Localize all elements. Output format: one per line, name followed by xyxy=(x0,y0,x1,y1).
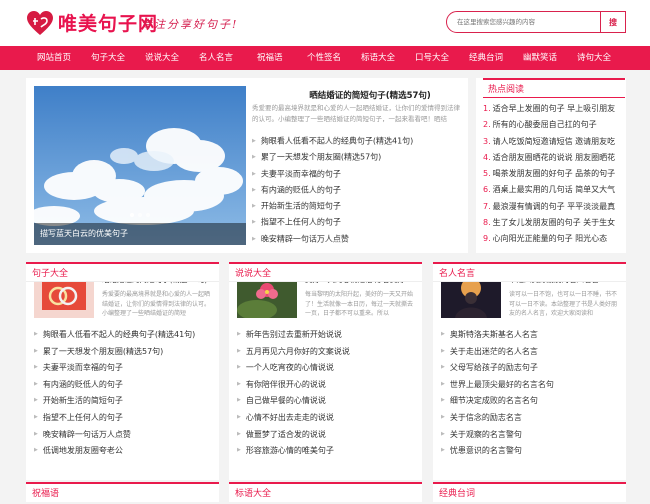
hot-item[interactable]: 4. 适合朋友圈晒花的说说 朋友圈晒花 xyxy=(483,150,627,166)
section-desc: 读可以一日不饱，也可以一日不睡，书不可以一日不读。本站整理了书是人类好朋友的名人… xyxy=(509,291,618,317)
list-item[interactable]: 晚安精辟一句话万人点赞 xyxy=(34,426,214,443)
search-button[interactable]: 搜 xyxy=(600,11,626,33)
nav-item-slogans[interactable]: 标语大全 xyxy=(361,46,395,70)
hot-list: 1. 适合早上发圈的句子 早上吸引朋友 2. 所有的心酸委屈自己扛的句子 3. 请人吃… xyxy=(483,101,627,248)
search-box: 搜 xyxy=(446,11,626,33)
list-item[interactable]: 开始新生活的简短句子 xyxy=(252,198,413,214)
section-title[interactable]: 句子大全 xyxy=(26,262,219,282)
nav-item-quotes[interactable]: 名人名言 xyxy=(199,46,233,70)
section-title-blessings[interactable]: 祝福语 xyxy=(26,482,219,502)
list-item[interactable]: 有内涵的贬低人的句子 xyxy=(34,376,214,393)
section-list: 奥斯特洛夫斯基名人名言 关于走出迷茫的名人名言 父母写给孩子的励志句子 世界上最… xyxy=(441,326,621,459)
hot-item[interactable]: 2. 所有的心酸委屈自己扛的句子 xyxy=(483,117,627,133)
list-item[interactable]: 形容旅游心情的唯美句子 xyxy=(237,442,417,459)
hot-item[interactable]: 3. 请人吃饭简短邀请短信 邀请朋友吃 xyxy=(483,134,627,150)
list-item[interactable]: 累了一天想发个朋友圈(精选57句) xyxy=(34,343,214,360)
list-item[interactable]: 指望不上任何人的句子 xyxy=(34,409,214,426)
section-list: 新年告别过去重新开始说说 五月再见六月你好的文案说说 一个人吃宵夜的心情说说 有… xyxy=(237,326,417,459)
featured-list: 夠眼看人低看不起人的经典句子(精选41句) 累了一天想发个朋友圈(精选57句) … xyxy=(252,133,413,247)
hot-title: 热点阅读 xyxy=(483,78,625,98)
section-desc: 秀爱要的最高境界就是和心爱的人一起晒结婚证，让你们的爱情得到法律的认可。小编整理… xyxy=(102,291,211,317)
nav-item-talk[interactable]: 说说大全 xyxy=(145,46,179,70)
list-item[interactable]: 夠眼看人低看不起人的经典句子(精选41句) xyxy=(252,133,413,149)
site-logo[interactable]: 唯美句子网 xyxy=(26,9,158,36)
section-title-slogans[interactable]: 标语大全 xyxy=(229,482,422,502)
nav-item-lines[interactable]: 经典台词 xyxy=(469,46,503,70)
list-item[interactable]: 父母写给孩子的励志句子 xyxy=(441,359,621,376)
section-list: 夠眼看人低看不起人的经典句子(精选41句) 累了一天想发个朋友圈(精选57句) … xyxy=(34,326,214,459)
hot-item[interactable]: 1. 适合早上发圈的句子 早上吸引朋友 xyxy=(483,101,627,117)
section-title[interactable]: 名人名言 xyxy=(433,262,626,282)
list-item[interactable]: 忧患意识的名言警句 xyxy=(441,442,621,459)
list-item[interactable]: 低调地发朋友圈夸老公 xyxy=(34,442,214,459)
list-item[interactable]: 夫妻平淡而幸福的句子 xyxy=(34,359,214,376)
list-item[interactable]: 心情不好出去走走的说说 xyxy=(237,409,417,426)
site-header: 唯美句子网 专注分享好句子! 搜 xyxy=(0,0,650,46)
main-nav: 网站首页 句子大全 说说大全 名人名言 祝福语 个性签名 标语大全 口号大全 经… xyxy=(0,46,650,70)
nav-item-mottos[interactable]: 口号大全 xyxy=(415,46,449,70)
section-talk: 美好一天的心情短语 形容美好 每当黎明的太阳升起，美好的一天又开始了！生活就像一… xyxy=(229,262,422,480)
list-item[interactable]: 自己做早餐的心情说说 xyxy=(237,392,417,409)
list-item[interactable]: 做噩梦了适合发的说说 xyxy=(237,426,417,443)
featured-desc: 秀爱要的最高境界就是和心爱的人一起晒结婚证，让你们的爱情得到法律的认可。小编整理… xyxy=(252,104,460,123)
list-item[interactable]: 有你陪伴很开心的说说 xyxy=(237,376,417,393)
list-item[interactable]: 关于观察的名言警句 xyxy=(441,426,621,443)
list-item[interactable]: 关于走出迷茫的名人名言 xyxy=(441,343,621,360)
nav-item-sentences[interactable]: 句子大全 xyxy=(91,46,125,70)
list-item[interactable]: 世界上最顶尖最好的名言名句 xyxy=(441,376,621,393)
sky-clouds-image xyxy=(34,86,246,245)
nav-item-poems[interactable]: 诗句大全 xyxy=(577,46,611,70)
list-item[interactable]: 开始新生活的简短句子 xyxy=(34,392,214,409)
site-slogan: 专注分享好句子! xyxy=(141,18,239,31)
nav-item-jokes[interactable]: 幽默笑话 xyxy=(523,46,557,70)
section-desc: 每当黎明的太阳升起，美好的一天又开始了！生活就像一本日历，每过一天就撕去一页，日… xyxy=(305,291,414,317)
list-item[interactable]: 指望不上任何人的句子 xyxy=(252,214,413,230)
list-item[interactable]: 细节决定成败的名言名句 xyxy=(441,392,621,409)
hot-item[interactable]: 9. 心向阳光正能量的句子 阳光心态 xyxy=(483,231,627,247)
list-item[interactable]: 奥斯特洛夫斯基名人名言 xyxy=(441,326,621,343)
list-item[interactable]: 新年告别过去重新开始说说 xyxy=(237,326,417,343)
hot-item[interactable]: 6. 酒桌上最实用的几句话 简单又大气 xyxy=(483,182,627,198)
list-item[interactable]: 五月再见六月你好的文案说说 xyxy=(237,343,417,360)
nav-item-blessings[interactable]: 祝福语 xyxy=(257,46,283,70)
list-item[interactable]: 夠眼看人低看不起人的经典句子(精选41句) xyxy=(34,326,214,343)
list-item[interactable]: 晚安精辟一句话万人点赞 xyxy=(252,231,413,247)
nav-item-signature[interactable]: 个性签名 xyxy=(307,46,341,70)
hero-caption[interactable]: 描写蓝天白云的优美句子 xyxy=(34,223,246,245)
list-item[interactable]: 有内涵的贬低人的句子 xyxy=(252,182,413,198)
section-quotes: 书是人类好朋友的名人名言 读可以一日不饱，也可以一日不睡，书不可以一日不读。本站… xyxy=(433,262,626,480)
list-item[interactable]: 一个人吃宵夜的心情说说 xyxy=(237,359,417,376)
search-input[interactable] xyxy=(447,12,601,32)
slider-dots[interactable] xyxy=(130,213,150,217)
hot-item[interactable]: 7. 最浪漫有情调的句子 平平淡淡最真 xyxy=(483,199,627,215)
list-item[interactable]: 夫妻平淡而幸福的句子 xyxy=(252,166,413,182)
heart-logo-icon xyxy=(26,10,54,36)
list-item[interactable]: 关于信念的励志名言 xyxy=(441,409,621,426)
nav-item-home[interactable]: 网站首页 xyxy=(37,46,71,70)
featured-title[interactable]: 晒结婚证的简短句子(精选57句) xyxy=(272,89,468,101)
hot-item[interactable]: 5. 喝茶发朋友圈的好句子 品茶的句子 xyxy=(483,166,627,182)
list-item[interactable]: 累了一天想发个朋友圈(精选57句) xyxy=(252,149,413,165)
section-title[interactable]: 说说大全 xyxy=(229,262,422,282)
section-sentences: 晒结婚证的简短句子(精选57句) 秀爱要的最高境界就是和心爱的人一起晒结婚证，让… xyxy=(26,262,219,480)
hero-slider[interactable]: 描写蓝天白云的优美句子 xyxy=(34,86,246,245)
section-title-lines[interactable]: 经典台词 xyxy=(433,482,626,502)
hot-item[interactable]: 8. 生了女儿发朋友圈的句子 关于生女 xyxy=(483,215,627,231)
